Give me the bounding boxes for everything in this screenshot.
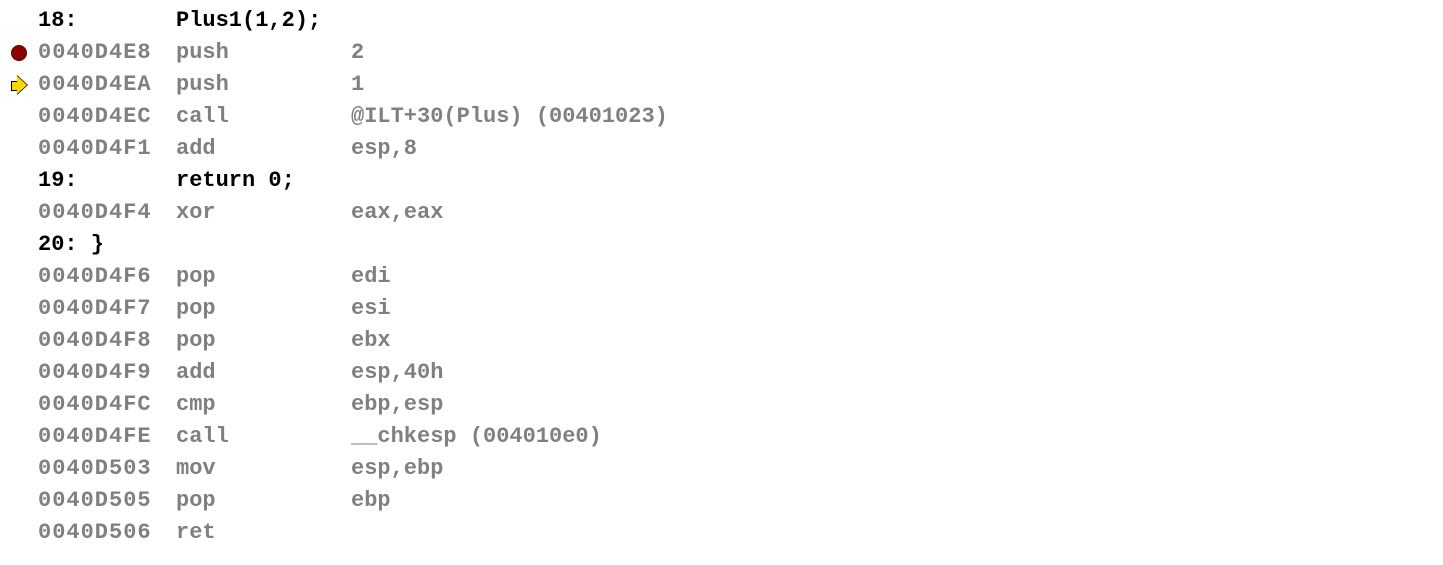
disassembly-row[interactable]: 0040D4F6popedi <box>0 261 1443 293</box>
instruction-mnemonic: pop <box>176 326 351 357</box>
disassembly-row[interactable]: 0040D4E8push2 <box>0 37 1443 69</box>
instruction-mnemonic: cmp <box>176 390 351 421</box>
instruction-operand: esi <box>351 294 1443 325</box>
instruction-operand: ebx <box>351 326 1443 357</box>
source-line-row[interactable]: 18:Plus1(1,2); <box>0 5 1443 37</box>
instruction-address: 0040D4F1 <box>38 134 176 165</box>
instruction-operand: 1 <box>351 70 1443 101</box>
instruction-address: 0040D4F9 <box>38 358 176 389</box>
instruction-mnemonic: add <box>176 358 351 389</box>
instruction-operand: 2 <box>351 38 1443 69</box>
instruction-mnemonic: call <box>176 102 351 133</box>
instruction-operand: eax,eax <box>351 198 1443 229</box>
instruction-mnemonic: call <box>176 422 351 453</box>
instruction-mnemonic: xor <box>176 198 351 229</box>
disassembly-row[interactable]: 0040D506ret <box>0 517 1443 549</box>
instruction-operand: ebp,esp <box>351 390 1443 421</box>
disassembly-row[interactable]: 0040D505popebp <box>0 485 1443 517</box>
disassembly-row[interactable]: 0040D4EApush1 <box>0 69 1443 101</box>
source-line-number: 19: <box>38 166 176 197</box>
disassembly-row[interactable]: 0040D4F4xoreax,eax <box>0 197 1443 229</box>
disassembly-row[interactable]: 0040D4F8popebx <box>0 325 1443 357</box>
disassembly-row[interactable]: 0040D4FCcmpebp,esp <box>0 389 1443 421</box>
instruction-operand: esp,40h <box>351 358 1443 389</box>
source-line-row[interactable]: 20: } <box>0 229 1443 261</box>
disassembly-row[interactable]: 0040D503movesp,ebp <box>0 453 1443 485</box>
instruction-mnemonic: add <box>176 134 351 165</box>
disassembly-view[interactable]: 18:Plus1(1,2);0040D4E8push20040D4EApush1… <box>0 5 1443 549</box>
instruction-mnemonic: push <box>176 38 351 69</box>
instruction-operand: ebp <box>351 486 1443 517</box>
disassembly-row[interactable]: 0040D4F7popesi <box>0 293 1443 325</box>
disassembly-row[interactable]: 0040D4F1addesp,8 <box>0 133 1443 165</box>
source-line-number: 18: <box>38 6 176 37</box>
instruction-operand: esp,8 <box>351 134 1443 165</box>
instruction-address: 0040D4FE <box>38 422 176 453</box>
instruction-address: 0040D4FC <box>38 390 176 421</box>
source-line-number: 20: } <box>38 230 176 261</box>
instruction-address: 0040D4EC <box>38 102 176 133</box>
instruction-address: 0040D4EA <box>38 70 176 101</box>
instruction-mnemonic: ret <box>176 518 351 549</box>
disassembly-row[interactable]: 0040D4FEcall__chkesp (004010e0) <box>0 421 1443 453</box>
breakpoint-icon[interactable] <box>11 45 27 61</box>
instruction-address: 0040D4F7 <box>38 294 176 325</box>
instruction-operand: esp,ebp <box>351 454 1443 485</box>
gutter[interactable] <box>0 45 38 61</box>
instruction-address: 0040D4F6 <box>38 262 176 293</box>
instruction-address: 0040D4F4 <box>38 198 176 229</box>
instruction-mnemonic: pop <box>176 294 351 325</box>
instruction-mnemonic: pop <box>176 262 351 293</box>
instruction-address: 0040D503 <box>38 454 176 485</box>
instruction-mnemonic: mov <box>176 454 351 485</box>
instruction-operand: @ILT+30(Plus) (00401023) <box>351 102 1443 133</box>
source-line-row[interactable]: 19:return 0; <box>0 165 1443 197</box>
instruction-address: 0040D505 <box>38 486 176 517</box>
disassembly-row[interactable]: 0040D4F9addesp,40h <box>0 357 1443 389</box>
instruction-address: 0040D4E8 <box>38 38 176 69</box>
disassembly-row[interactable]: 0040D4ECcall@ILT+30(Plus) (00401023) <box>0 101 1443 133</box>
source-code-text: Plus1(1,2); <box>176 6 1443 37</box>
instruction-address: 0040D4F8 <box>38 326 176 357</box>
instruction-mnemonic: pop <box>176 486 351 517</box>
instruction-address: 0040D506 <box>38 518 176 549</box>
instruction-operand: edi <box>351 262 1443 293</box>
instruction-operand: __chkesp (004010e0) <box>351 422 1443 453</box>
source-code-text: return 0; <box>176 166 1443 197</box>
instruction-mnemonic: push <box>176 70 351 101</box>
